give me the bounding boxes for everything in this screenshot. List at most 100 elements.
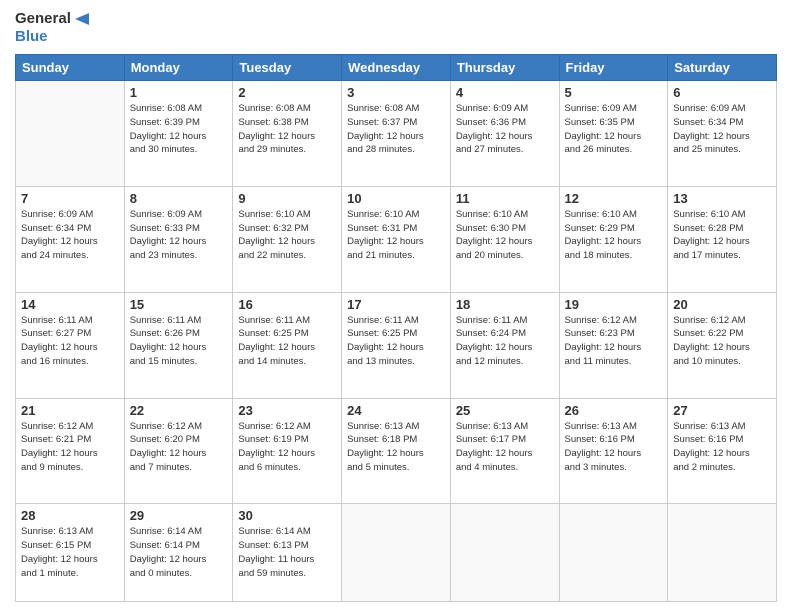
day-number: 5 bbox=[565, 85, 663, 100]
day-number: 4 bbox=[456, 85, 554, 100]
day-number: 19 bbox=[565, 297, 663, 312]
day-number: 16 bbox=[238, 297, 336, 312]
day-info: Sunrise: 6:08 AMSunset: 6:38 PMDaylight:… bbox=[238, 102, 336, 157]
day-info: Sunrise: 6:12 AMSunset: 6:19 PMDaylight:… bbox=[238, 420, 336, 475]
calendar-cell: 5 Sunrise: 6:09 AMSunset: 6:35 PMDaylight… bbox=[559, 81, 668, 187]
day-info: Sunrise: 6:13 AMSunset: 6:15 PMDaylight:… bbox=[21, 525, 119, 580]
day-number: 24 bbox=[347, 403, 445, 418]
day-number: 25 bbox=[456, 403, 554, 418]
calendar-cell bbox=[342, 504, 451, 602]
calendar-week-1: 1 Sunrise: 6:08 AMSunset: 6:39 PMDaylight… bbox=[16, 81, 777, 187]
page: General Blue SundayMondayTuesdayWednesda… bbox=[0, 0, 792, 612]
day-info: Sunrise: 6:12 AMSunset: 6:22 PMDaylight:… bbox=[673, 314, 771, 369]
calendar-cell: 20 Sunrise: 6:12 AMSunset: 6:22 PMDayligh… bbox=[668, 292, 777, 398]
calendar-cell: 28 Sunrise: 6:13 AMSunset: 6:15 PMDayligh… bbox=[16, 504, 125, 602]
calendar-cell: 2Sunrise: 6:08 AMSunset: 6:38 PMDaylight… bbox=[233, 81, 342, 187]
day-info: Sunrise: 6:08 AMSunset: 6:37 PMDaylight:… bbox=[347, 102, 445, 157]
col-header-tuesday: Tuesday bbox=[233, 55, 342, 81]
calendar-cell: 16 Sunrise: 6:11 AMSunset: 6:25 PMDayligh… bbox=[233, 292, 342, 398]
day-info: Sunrise: 6:11 AMSunset: 6:24 PMDaylight:… bbox=[456, 314, 554, 369]
calendar-cell bbox=[559, 504, 668, 602]
day-info: Sunrise: 6:13 AMSunset: 6:16 PMDaylight:… bbox=[673, 420, 771, 475]
day-info: Sunrise: 6:09 AMSunset: 6:33 PMDaylight:… bbox=[130, 208, 228, 263]
day-info: Sunrise: 6:09 AMSunset: 6:35 PMDaylight:… bbox=[565, 102, 663, 157]
calendar-cell: 1 Sunrise: 6:08 AMSunset: 6:39 PMDaylight… bbox=[124, 81, 233, 187]
calendar-cell: 13 Sunrise: 6:10 AMSunset: 6:28 PMDayligh… bbox=[668, 186, 777, 292]
day-info: Sunrise: 6:11 AMSunset: 6:25 PMDaylight:… bbox=[347, 314, 445, 369]
day-number: 21 bbox=[21, 403, 119, 418]
logo-general: General bbox=[15, 10, 91, 28]
calendar-cell: 11 Sunrise: 6:10 AMSunset: 6:30 PMDayligh… bbox=[450, 186, 559, 292]
calendar-cell: 19 Sunrise: 6:12 AMSunset: 6:23 PMDayligh… bbox=[559, 292, 668, 398]
day-info: Sunrise: 6:12 AMSunset: 6:20 PMDaylight:… bbox=[130, 420, 228, 475]
day-number: 26 bbox=[565, 403, 663, 418]
day-number: 6 bbox=[673, 85, 771, 100]
day-number: 3 bbox=[347, 85, 445, 100]
calendar-week-2: 7Sunrise: 6:09 AMSunset: 6:34 PMDaylight… bbox=[16, 186, 777, 292]
calendar-cell: 27 Sunrise: 6:13 AMSunset: 6:16 PMDayligh… bbox=[668, 398, 777, 504]
day-info: Sunrise: 6:10 AMSunset: 6:28 PMDaylight:… bbox=[673, 208, 771, 263]
day-number: 15 bbox=[130, 297, 228, 312]
calendar-cell: 4 Sunrise: 6:09 AMSunset: 6:36 PMDaylight… bbox=[450, 81, 559, 187]
day-number: 11 bbox=[456, 191, 554, 206]
calendar-cell: 21 Sunrise: 6:12 AMSunset: 6:21 PMDayligh… bbox=[16, 398, 125, 504]
header-row: SundayMondayTuesdayWednesdayThursdayFrid… bbox=[16, 55, 777, 81]
calendar-cell: 18 Sunrise: 6:11 AMSunset: 6:24 PMDayligh… bbox=[450, 292, 559, 398]
calendar-cell: 9 Sunrise: 6:10 AMSunset: 6:32 PMDaylight… bbox=[233, 186, 342, 292]
day-number: 28 bbox=[21, 508, 119, 523]
calendar-cell: 15 Sunrise: 6:11 AMSunset: 6:26 PMDayligh… bbox=[124, 292, 233, 398]
calendar-cell: 14Sunrise: 6:11 AMSunset: 6:27 PMDayligh… bbox=[16, 292, 125, 398]
col-header-monday: Monday bbox=[124, 55, 233, 81]
logo: General Blue bbox=[15, 10, 91, 46]
calendar-cell: 30Sunrise: 6:14 AMSunset: 6:13 PMDayligh… bbox=[233, 504, 342, 602]
calendar-cell: 7Sunrise: 6:09 AMSunset: 6:34 PMDaylight… bbox=[16, 186, 125, 292]
day-info: Sunrise: 6:10 AMSunset: 6:30 PMDaylight:… bbox=[456, 208, 554, 263]
day-number: 17 bbox=[347, 297, 445, 312]
day-info: Sunrise: 6:09 AMSunset: 6:34 PMDaylight:… bbox=[21, 208, 119, 263]
day-number: 8 bbox=[130, 191, 228, 206]
day-number: 14 bbox=[21, 297, 119, 312]
calendar-cell bbox=[16, 81, 125, 187]
day-number: 20 bbox=[673, 297, 771, 312]
calendar-cell: 6 Sunrise: 6:09 AMSunset: 6:34 PMDaylight… bbox=[668, 81, 777, 187]
col-header-friday: Friday bbox=[559, 55, 668, 81]
day-number: 1 bbox=[130, 85, 228, 100]
calendar-cell: 12 Sunrise: 6:10 AMSunset: 6:29 PMDayligh… bbox=[559, 186, 668, 292]
day-number: 22 bbox=[130, 403, 228, 418]
day-info: Sunrise: 6:11 AMSunset: 6:26 PMDaylight:… bbox=[130, 314, 228, 369]
header: General Blue bbox=[15, 10, 777, 46]
day-info: Sunrise: 6:14 AMSunset: 6:14 PMDaylight:… bbox=[130, 525, 228, 580]
calendar-cell: 24 Sunrise: 6:13 AMSunset: 6:18 PMDayligh… bbox=[342, 398, 451, 504]
day-info: Sunrise: 6:10 AMSunset: 6:29 PMDaylight:… bbox=[565, 208, 663, 263]
col-header-wednesday: Wednesday bbox=[342, 55, 451, 81]
calendar-cell: 25 Sunrise: 6:13 AMSunset: 6:17 PMDayligh… bbox=[450, 398, 559, 504]
day-info: Sunrise: 6:12 AMSunset: 6:23 PMDaylight:… bbox=[565, 314, 663, 369]
calendar-cell: 10Sunrise: 6:10 AMSunset: 6:31 PMDayligh… bbox=[342, 186, 451, 292]
day-info: Sunrise: 6:09 AMSunset: 6:36 PMDaylight:… bbox=[456, 102, 554, 157]
calendar-cell: 17 Sunrise: 6:11 AMSunset: 6:25 PMDayligh… bbox=[342, 292, 451, 398]
day-info: Sunrise: 6:08 AMSunset: 6:39 PMDaylight:… bbox=[130, 102, 228, 157]
col-header-saturday: Saturday bbox=[668, 55, 777, 81]
day-number: 27 bbox=[673, 403, 771, 418]
day-info: Sunrise: 6:10 AMSunset: 6:32 PMDaylight:… bbox=[238, 208, 336, 263]
day-info: Sunrise: 6:13 AMSunset: 6:18 PMDaylight:… bbox=[347, 420, 445, 475]
day-info: Sunrise: 6:13 AMSunset: 6:17 PMDaylight:… bbox=[456, 420, 554, 475]
day-number: 30 bbox=[238, 508, 336, 523]
day-info: Sunrise: 6:12 AMSunset: 6:21 PMDaylight:… bbox=[21, 420, 119, 475]
calendar-cell: 22 Sunrise: 6:12 AMSunset: 6:20 PMDayligh… bbox=[124, 398, 233, 504]
day-info: Sunrise: 6:11 AMSunset: 6:25 PMDaylight:… bbox=[238, 314, 336, 369]
calendar-cell bbox=[668, 504, 777, 602]
calendar-week-4: 21 Sunrise: 6:12 AMSunset: 6:21 PMDayligh… bbox=[16, 398, 777, 504]
calendar-cell: 3 Sunrise: 6:08 AMSunset: 6:37 PMDaylight… bbox=[342, 81, 451, 187]
day-number: 12 bbox=[565, 191, 663, 206]
day-number: 13 bbox=[673, 191, 771, 206]
col-header-thursday: Thursday bbox=[450, 55, 559, 81]
day-info: Sunrise: 6:09 AMSunset: 6:34 PMDaylight:… bbox=[673, 102, 771, 157]
calendar-cell bbox=[450, 504, 559, 602]
calendar-week-5: 28 Sunrise: 6:13 AMSunset: 6:15 PMDayligh… bbox=[16, 504, 777, 602]
day-number: 18 bbox=[456, 297, 554, 312]
day-number: 9 bbox=[238, 191, 336, 206]
calendar-table: SundayMondayTuesdayWednesdayThursdayFrid… bbox=[15, 54, 777, 602]
col-header-sunday: Sunday bbox=[16, 55, 125, 81]
calendar-cell: 29Sunrise: 6:14 AMSunset: 6:14 PMDayligh… bbox=[124, 504, 233, 602]
